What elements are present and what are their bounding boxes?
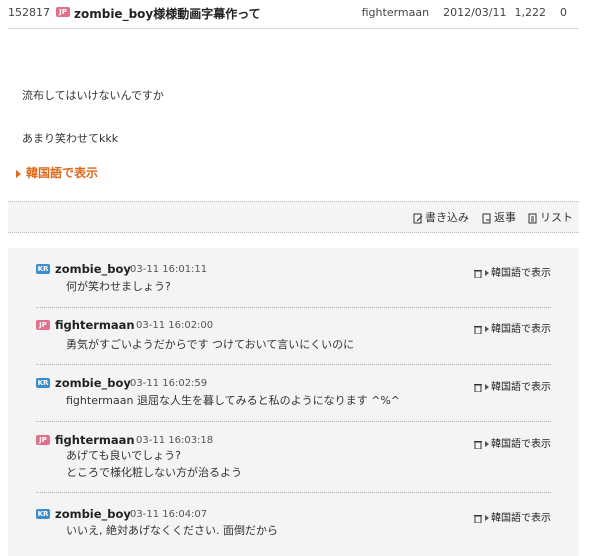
jp-flag-icon: JP [56,7,70,17]
comment-item: JP fightermaan 03-11 16:02:00 韓国語で表示 勇気が… [36,318,551,365]
comment-item: KR zombie_boy 03-11 16:02:59 韓国語で表示 figh… [36,376,551,422]
comment-time: 03-11 16:03:18 [136,435,214,446]
comment-item: KR zombie_boy 03-11 16:04:07 韓国語で表示 いいえ,… [36,507,551,549]
kr-flag-icon: KR [36,264,50,274]
reply-label: 返事 [494,211,516,224]
triangle-right-icon [485,270,489,276]
comment-translate-link[interactable]: 韓国語で表示 [474,264,551,279]
translate-korean-link[interactable]: 韓国語で表示 [16,164,98,181]
comment-list: KR zombie_boy 03-11 16:01:11 韓国語で表示 何が笑わ… [8,248,579,556]
comment-time: 03-11 16:01:11 [130,264,208,275]
write-label: 書き込み [425,211,469,224]
comment-item: KR zombie_boy 03-11 16:01:11 韓国語で表示 何が笑わ… [36,262,551,308]
trash-icon[interactable] [474,325,482,334]
trash-icon[interactable] [474,383,482,392]
triangle-right-icon [485,326,489,332]
comment-divider [36,492,551,493]
comment-user[interactable]: zombie_boy [55,507,131,521]
comment-text: 何が笑わせましょう? [66,280,171,293]
comment-time: 03-11 16:02:00 [136,320,214,331]
list-icon [528,213,537,223]
comment-divider [36,364,551,365]
post-body-line: あまり笑わせてkkk [22,132,119,145]
triangle-right-icon [485,384,489,390]
list-button[interactable]: リスト [528,209,573,225]
header-divider [8,28,579,29]
kr-flag-icon: KR [36,378,50,388]
reply-icon [482,213,491,223]
post-author[interactable]: fightermaan [362,6,429,19]
triangle-right-icon [485,441,489,447]
post-views: 1,222 [514,6,547,19]
triangle-right-icon [485,515,489,521]
triangle-right-icon [16,169,21,178]
trash-icon[interactable] [474,269,482,278]
comment-translate-label: 韓国語で表示 [491,439,551,450]
comment-translate-label: 韓国語で表示 [491,513,551,524]
comment-text: いいえ, 絶対あげなくください. 面倒だから [66,524,278,537]
comment-text: ところで様化粧しない方が治るよう [66,466,242,479]
post-id: 152817 [8,6,50,19]
jp-flag-icon: JP [36,435,50,445]
comment-item: JP fightermaan 03-11 16:03:18 韓国語で表示 あげて… [36,433,551,493]
comment-translate-link[interactable]: 韓国語で表示 [474,378,551,393]
comment-divider [36,421,551,422]
comment-translate-link[interactable]: 韓国語で表示 [474,509,551,524]
comment-text: 勇気がすごいようだからです つけておいて言いにくいのに [66,338,355,351]
comment-user[interactable]: fightermaan [55,318,135,332]
post-meta: fightermaan 2012/03/11 1,222 0 [348,6,567,19]
list-label: リスト [540,211,573,224]
kr-flag-icon: KR [36,509,50,519]
comment-translate-link[interactable]: 韓国語で表示 [474,435,551,450]
comment-translate-label: 韓国語で表示 [491,382,551,393]
comment-time: 03-11 16:04:07 [130,509,208,520]
translate-korean-label: 韓国語で表示 [26,166,99,180]
comment-user[interactable]: zombie_boy [55,376,131,390]
post-title: zombie_boy様様動画字幕作って [74,7,261,21]
post-recommend: 0 [560,6,567,19]
trash-icon[interactable] [474,440,482,449]
reply-button[interactable]: 返事 [482,209,516,225]
post-toolbar: 書き込み 返事 リスト [8,201,579,233]
write-button[interactable]: 書き込み [413,209,469,225]
comment-time: 03-11 16:02:59 [130,378,208,389]
comment-divider [36,307,551,308]
comment-translate-label: 韓国語で表示 [491,324,551,335]
comment-translate-link[interactable]: 韓国語で表示 [474,320,551,335]
trash-icon[interactable] [474,514,482,523]
comment-user[interactable]: zombie_boy [55,262,131,276]
post-body-line: 流布してはいけないんですか [22,89,164,102]
comment-user[interactable]: fightermaan [55,433,135,447]
jp-flag-icon: JP [36,320,50,330]
post-date: 2012/03/11 [443,6,507,19]
pencil-icon [413,213,423,223]
comment-translate-label: 韓国語で表示 [491,268,551,279]
comment-text: あげても良いでしょう? [66,449,181,462]
comment-text: fightermaan 退屈な人生を暮してみると私のようになります ^%^ [66,394,401,407]
